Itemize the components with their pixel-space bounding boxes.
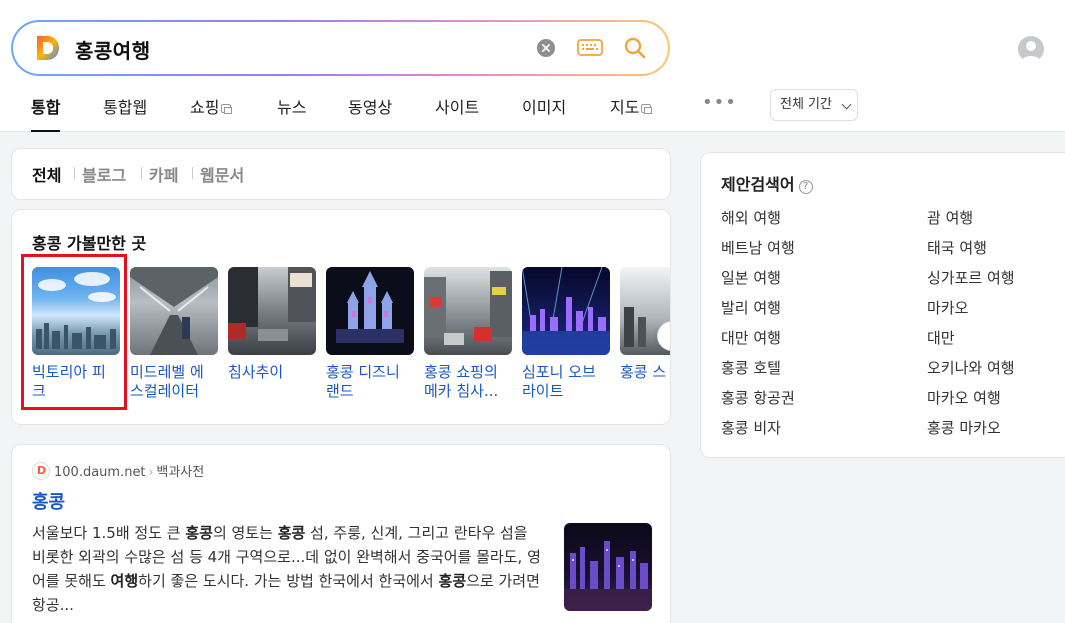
place-thumbnail[interactable]: [228, 267, 316, 355]
dict-title[interactable]: 홍콩: [32, 488, 65, 514]
suggest-item[interactable]: 마카오: [927, 297, 968, 318]
place-item[interactable]: 침사추이: [228, 267, 318, 382]
dict-thumbnail[interactable]: [564, 523, 652, 611]
external-link-icon: [641, 104, 653, 114]
suggest-item[interactable]: 오키나와 여행: [927, 357, 1015, 378]
place-item[interactable]: 홍콩 쇼핑의 메카 침사...: [424, 267, 514, 401]
snippet-highlight: 여행: [110, 572, 139, 590]
places-title: 홍콩 가볼만한 곳: [32, 234, 147, 253]
suggest-item[interactable]: 홍콩 항공권: [721, 387, 795, 408]
snippet-text: 서울보다 1.5배 정도 큰: [32, 524, 186, 542]
place-label[interactable]: 홍콩 스: [620, 363, 670, 382]
tab-shopping[interactable]: 쇼핑: [190, 94, 233, 118]
suggest-item[interactable]: 괌 여행: [927, 207, 973, 228]
suggest-item[interactable]: 홍콩 마카오: [927, 417, 1001, 438]
divider: [74, 167, 75, 179]
period-label: 전체 기간: [780, 97, 832, 112]
place-item[interactable]: 심포니 오브 라이트: [522, 267, 612, 401]
avatar-icon[interactable]: [1018, 36, 1044, 62]
suggest-item[interactable]: 해외 여행: [721, 207, 781, 228]
source-category: 백과사전: [156, 465, 205, 480]
place-thumbnail[interactable]: [424, 267, 512, 355]
daum-logo-icon[interactable]: [35, 34, 61, 62]
suggest-title-text: 제안검색어: [721, 175, 795, 194]
suggest-item[interactable]: 베트남 여행: [721, 237, 795, 258]
suggest-item[interactable]: 싱가포르 여행: [927, 267, 1015, 288]
header: 홍콩여행 통합 통합웹 쇼핑 뉴스 동영상 사이트 이미지 지도 ••• 전체 …: [0, 0, 1065, 132]
period-dropdown[interactable]: 전체 기간: [770, 89, 858, 121]
daum-badge-icon: [32, 462, 50, 480]
suggested-searches-card: 제안검색어? 해외 여행 베트남 여행 일본 여행 발리 여행 대만 여행 홍콩…: [700, 152, 1065, 458]
tab-label: 통합: [31, 98, 61, 117]
filter-blog[interactable]: 블로그: [82, 162, 126, 186]
place-label[interactable]: 홍콩 디즈니랜드: [326, 363, 412, 401]
divider: [192, 167, 193, 179]
place-label[interactable]: 홍콩 쇼핑의 메카 침사...: [424, 363, 510, 401]
snippet-highlight: 홍콩: [438, 572, 467, 590]
search-icon[interactable]: [623, 36, 647, 60]
tab-label: 동영상: [348, 98, 393, 117]
tab-label: 지도: [610, 98, 640, 117]
chevron-down-icon: [841, 99, 852, 110]
tab-label: 이미지: [522, 98, 567, 117]
place-label[interactable]: 침사추이: [228, 363, 314, 382]
suggest-title: 제안검색어?: [721, 171, 813, 195]
suggest-item[interactable]: 발리 여행: [721, 297, 781, 318]
suggest-item[interactable]: 대만: [927, 327, 955, 348]
place-thumbnail[interactable]: [522, 267, 610, 355]
filter-webdoc[interactable]: 웹문서: [200, 162, 244, 186]
dict-snippet: 서울보다 1.5배 정도 큰 홍콩의 영토는 홍콩 섬, 주룽, 신계, 그리고…: [32, 521, 542, 617]
tab-integrated[interactable]: 통합: [31, 94, 61, 132]
tab-label: 뉴스: [277, 98, 307, 117]
suggest-item[interactable]: 마카오 여행: [927, 387, 1001, 408]
snippet-text: 의 영토는: [212, 524, 278, 542]
tab-image[interactable]: 이미지: [522, 94, 566, 118]
keyboard-icon[interactable]: [577, 38, 603, 58]
tab-video[interactable]: 동영상: [348, 94, 392, 118]
tab-label: 쇼핑: [190, 98, 220, 117]
tab-label: 사이트: [435, 98, 480, 117]
divider: [141, 167, 142, 179]
clear-icon[interactable]: [537, 39, 555, 57]
dict-source[interactable]: 100.daum.net›백과사전: [32, 461, 204, 480]
suggest-item[interactable]: 태국 여행: [927, 237, 987, 258]
suggest-item[interactable]: 일본 여행: [721, 267, 781, 288]
search-inner: 홍콩여행: [13, 22, 668, 74]
search-box: 홍콩여행: [11, 20, 670, 76]
selection-highlight: [21, 254, 127, 410]
dictionary-card: 100.daum.net›백과사전 홍콩 서울보다 1.5배 정도 큰 홍콩의 …: [11, 444, 671, 623]
snippet-highlight: 홍콩: [185, 524, 213, 542]
search-input[interactable]: 홍콩여행: [75, 35, 151, 64]
help-icon[interactable]: ?: [798, 180, 813, 194]
place-label[interactable]: 심포니 오브 라이트: [522, 363, 608, 401]
tab-news[interactable]: 뉴스: [277, 94, 306, 118]
search-tabs: 통합 통합웹 쇼핑 뉴스 동영상 사이트 이미지 지도 ••• 전체 기간: [0, 89, 900, 132]
filter-all[interactable]: 전체: [32, 162, 61, 186]
suggest-item[interactable]: 대만 여행: [721, 327, 781, 348]
place-thumbnail[interactable]: [326, 267, 414, 355]
place-item[interactable]: 홍콩 디즈니랜드: [326, 267, 416, 401]
source-domain: 100.daum.net: [54, 465, 146, 480]
place-label[interactable]: 미드레벨 에스컬레이터: [130, 363, 216, 401]
place-thumbnail[interactable]: [130, 267, 218, 355]
filter-cafe[interactable]: 카페: [149, 162, 178, 186]
place-item[interactable]: 미드레벨 에스컬레이터: [130, 267, 220, 401]
external-link-icon: [221, 104, 233, 114]
chevron-right-icon: ›: [148, 465, 154, 479]
snippet-text: 하기 좋은 도시다. 가는 방법 한국에서 한국에서: [138, 572, 439, 590]
tab-web[interactable]: 통합웹: [103, 94, 147, 118]
suggest-item[interactable]: 홍콩 호텔: [721, 357, 781, 378]
tab-map[interactable]: 지도: [610, 94, 653, 118]
tab-site[interactable]: 사이트: [435, 94, 479, 118]
filter-card: 전체 블로그 카페 웹문서: [11, 148, 671, 200]
snippet-highlight: 홍콩: [277, 524, 306, 542]
tab-label: 통합웹: [103, 98, 148, 117]
more-tabs-button[interactable]: •••: [702, 92, 737, 113]
places-card: 홍콩 가볼만한 곳 빅토리아 피크 미드레벨 에스컬레이터 침사추이 홍콩 디즈…: [11, 209, 671, 425]
suggest-item[interactable]: 홍콩 비자: [721, 417, 781, 438]
